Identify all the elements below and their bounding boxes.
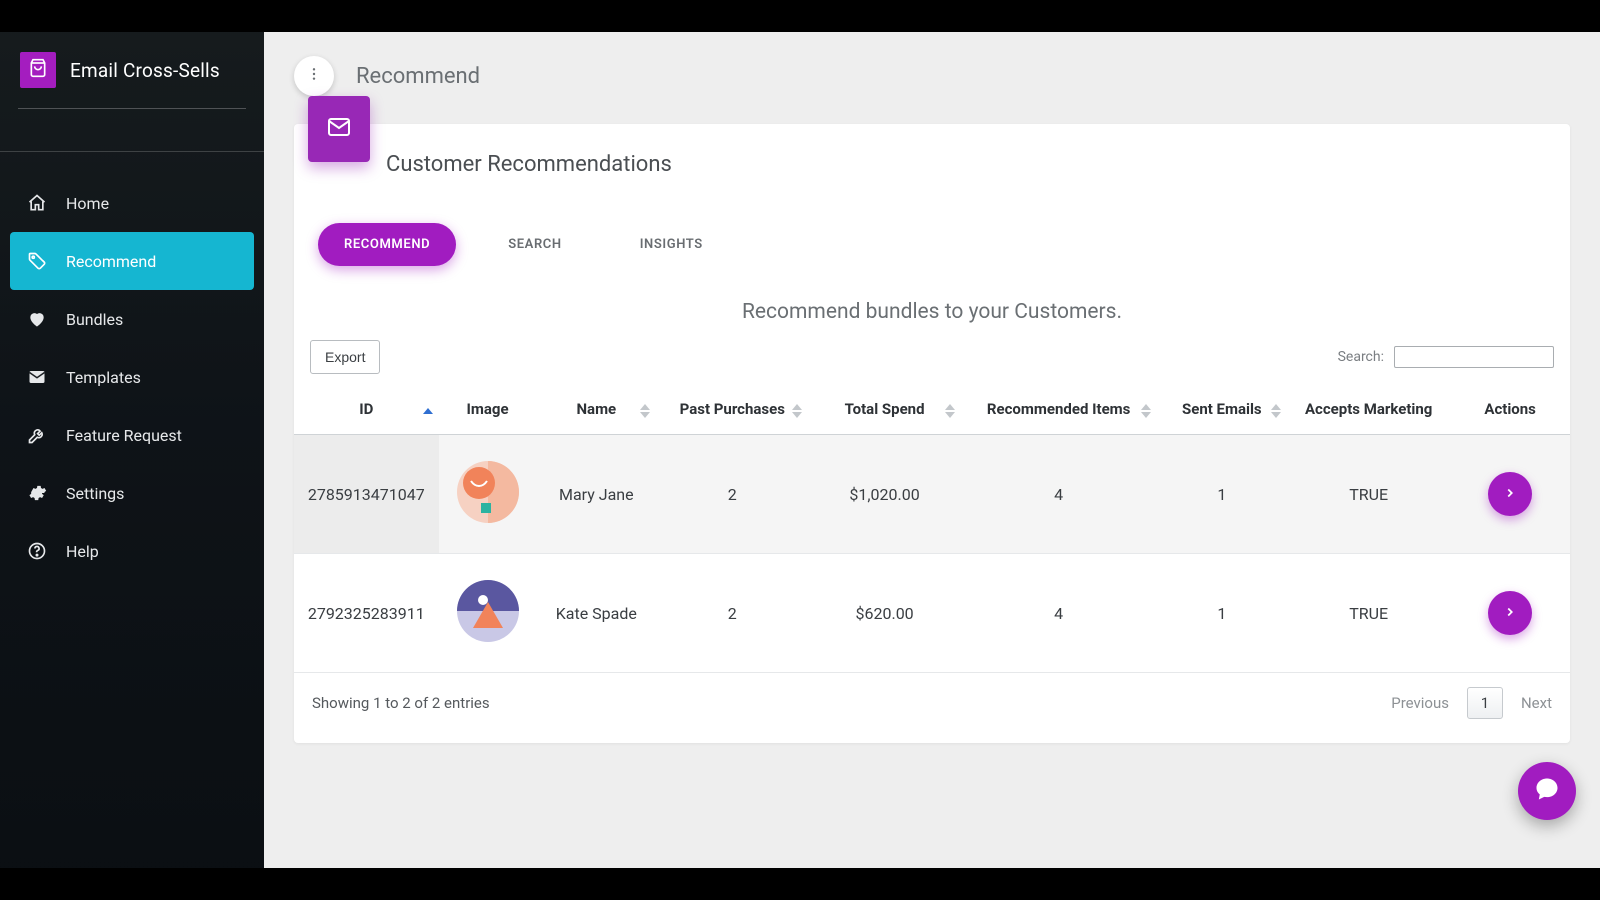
main: Recommend Customer Recommendations RECOM… [264,32,1600,868]
sidebar-item-label: Recommend [66,252,156,271]
cell-id: 2792325283911 [294,554,439,673]
sidebar-item-recommend[interactable]: Recommend [10,232,254,290]
col-sent-emails[interactable]: Sent Emails [1157,388,1288,435]
sidebar-item-label: Feature Request [66,426,182,445]
sort-icon [1141,404,1151,418]
col-recommended-items[interactable]: Recommended Items [961,388,1157,435]
brand: Email Cross-Sells [0,32,264,102]
cell-past-purchases: 2 [656,554,808,673]
col-total-spend[interactable]: Total Spend [808,388,960,435]
chat-fab[interactable] [1518,762,1576,820]
home-icon [26,192,48,214]
sidebar-item-help[interactable]: Help [10,522,254,580]
col-actions: Actions [1450,388,1570,435]
wrench-icon [26,424,48,446]
col-id[interactable]: ID [294,388,439,435]
cell-sent-emails: 1 [1157,554,1288,673]
col-name[interactable]: Name [536,388,656,435]
brand-divider [18,108,246,109]
tab-insights[interactable]: INSIGHTS [614,223,729,266]
cell-name: Mary Jane [536,435,656,554]
cell-image [439,435,537,554]
shopping-bag-icon [28,58,48,82]
col-accepts-marketing: Accepts Marketing [1287,388,1450,435]
cell-actions [1450,554,1570,673]
pager-previous[interactable]: Previous [1391,694,1449,712]
avatar [457,580,519,642]
more-button[interactable] [294,56,334,96]
avatar [457,461,519,523]
cell-accepts-marketing: TRUE [1287,435,1450,554]
sidebar-divider [0,151,264,152]
card-title: Customer Recommendations [294,124,1570,177]
sort-icon [792,404,802,418]
sidebar-item-settings[interactable]: Settings [10,464,254,522]
card-icon [308,96,370,162]
search-label: Search: [1338,349,1384,365]
search-wrap: Search: [1338,346,1554,368]
cell-recommended-items: 4 [961,435,1157,554]
table-toolbar: Export Search: [294,332,1570,382]
cell-image [439,554,537,673]
table-row: 2792325283911 Kate Spade 2 $620.00 4 1 T… [294,554,1570,673]
sidebar-item-label: Home [66,194,109,213]
sidebar-item-bundles[interactable]: Bundles [10,290,254,348]
more-vertical-icon [306,66,322,86]
table-row: 2785913471047 Mary Jane 2 $1,020.00 4 1 … [294,435,1570,554]
mail-icon [324,115,354,143]
pager-info: Showing 1 to 2 of 2 entries [312,694,490,712]
chat-icon [1533,775,1561,807]
row-action-button[interactable] [1488,472,1532,516]
cell-name: Kate Spade [536,554,656,673]
chevron-right-icon [1503,604,1517,623]
customers-table: ID Image Name Past Purchases Total Spend… [294,388,1570,673]
sidebar-item-label: Help [66,542,99,561]
sidebar-item-label: Settings [66,484,124,503]
page-title: Recommend [356,64,480,89]
col-image: Image [439,388,537,435]
tabs: RECOMMEND SEARCH INSIGHTS [294,177,1570,266]
col-past-purchases[interactable]: Past Purchases [656,388,808,435]
cell-accepts-marketing: TRUE [1287,554,1450,673]
sidebar-item-home[interactable]: Home [10,174,254,232]
pager-page[interactable]: 1 [1467,687,1503,719]
mail-icon [26,366,48,388]
cell-sent-emails: 1 [1157,435,1288,554]
topbar: Recommend [264,32,1600,106]
pager-controls: Previous 1 Next [1391,687,1552,719]
sort-icon [423,408,433,414]
card-subtitle: Recommend bundles to your Customers. [294,266,1570,332]
brand-title: Email Cross-Sells [70,59,220,82]
export-button[interactable]: Export [310,340,380,374]
sidebar-item-feature-request[interactable]: Feature Request [10,406,254,464]
cell-id: 2785913471047 [294,435,439,554]
tag-icon [26,250,48,272]
cell-past-purchases: 2 [656,435,808,554]
sort-icon [945,404,955,418]
brand-logo [20,52,56,88]
sidebar-item-label: Bundles [66,310,123,329]
recommend-card: Customer Recommendations RECOMMEND SEARC… [294,124,1570,743]
gear-icon [26,482,48,504]
row-action-button[interactable] [1488,591,1532,635]
pager: Showing 1 to 2 of 2 entries Previous 1 N… [294,673,1570,719]
cell-recommended-items: 4 [961,554,1157,673]
sort-icon [1271,404,1281,418]
pager-next[interactable]: Next [1521,694,1552,712]
help-icon [26,540,48,562]
sidebar-nav: Home Recommend Bundles Templates [0,164,264,590]
tab-search[interactable]: SEARCH [482,223,588,266]
heart-icon [26,308,48,330]
cell-actions [1450,435,1570,554]
sidebar-item-label: Templates [66,368,141,387]
sort-icon [640,404,650,418]
tab-recommend[interactable]: RECOMMEND [318,223,456,266]
search-input[interactable] [1394,346,1554,368]
cell-total-spend: $620.00 [808,554,960,673]
cell-total-spend: $1,020.00 [808,435,960,554]
sidebar: Email Cross-Sells Home Recommend B [0,32,264,868]
chevron-right-icon [1503,485,1517,504]
sidebar-item-templates[interactable]: Templates [10,348,254,406]
